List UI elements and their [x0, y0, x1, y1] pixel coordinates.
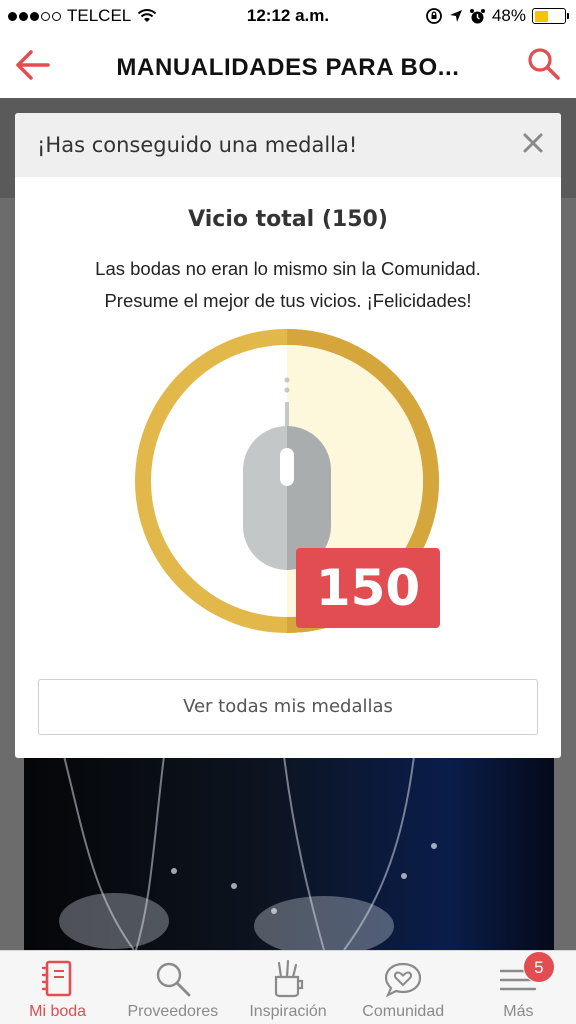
tab-mas[interactable]: 5 Más	[461, 951, 576, 1024]
champagne-glasses-photo	[24, 756, 554, 950]
tab-comunidad[interactable]: Comunidad	[346, 951, 461, 1024]
medal-modal: ¡Has conseguido una medalla! Vicio total…	[15, 113, 561, 758]
medal-description: Las bodas no eran lo mismo sin la Comuni…	[15, 253, 561, 317]
tab-label: Proveedores	[127, 1003, 219, 1020]
medal-name: Vicio total (150)	[188, 207, 388, 232]
status-bar: TELCEL 12:12 a.m. 48%	[0, 0, 576, 34]
search-icon[interactable]	[526, 46, 562, 82]
tab-label: Más	[503, 1003, 534, 1020]
inspiration-icon	[274, 959, 304, 998]
notification-badge: 5	[522, 951, 555, 983]
search-icon	[156, 962, 191, 997]
tab-mi-boda[interactable]: Mi boda	[0, 951, 115, 1024]
tab-proveedores[interactable]: Proveedores	[115, 951, 230, 1024]
medal-count-badge: 150	[296, 548, 440, 628]
bottom-tab-bar: Mi boda Proveedores Inspiración Comunida…	[0, 950, 576, 1024]
status-right: 48%	[425, 6, 569, 26]
modal-header: ¡Has conseguido una medalla!	[15, 113, 561, 177]
location-icon	[449, 10, 462, 22]
tab-label: Comunidad	[362, 1003, 445, 1020]
rotation-lock-icon	[426, 8, 442, 24]
modal-title: ¡Has conseguido una medalla!	[37, 133, 358, 157]
battery-fill	[534, 10, 549, 22]
battery-icon	[532, 8, 569, 24]
close-icon[interactable]	[521, 131, 545, 155]
battery-percent: 48%	[491, 6, 526, 25]
medal-description-line-1: Las bodas no eran lo mismo sin la Comuni…	[95, 258, 481, 279]
view-all-medals-button[interactable]: Ver todas mis medallas	[38, 679, 538, 735]
chat-heart-icon	[385, 962, 422, 998]
alarm-icon	[469, 8, 485, 23]
page-title: MANUALIDADES PARA BO...	[116, 54, 460, 81]
app-header: MANUALIDADES PARA BO...	[0, 34, 576, 98]
tab-inspiracion[interactable]: Inspiración	[230, 951, 345, 1024]
tab-label: Mi boda	[29, 1003, 87, 1020]
tab-label: Inspiración	[249, 1003, 327, 1020]
photo-glasses-drawing	[59, 756, 437, 950]
medal-description-line-2: Presume el mejor de tus vicios. ¡Felicid…	[104, 290, 472, 311]
notebook-icon	[41, 960, 71, 997]
